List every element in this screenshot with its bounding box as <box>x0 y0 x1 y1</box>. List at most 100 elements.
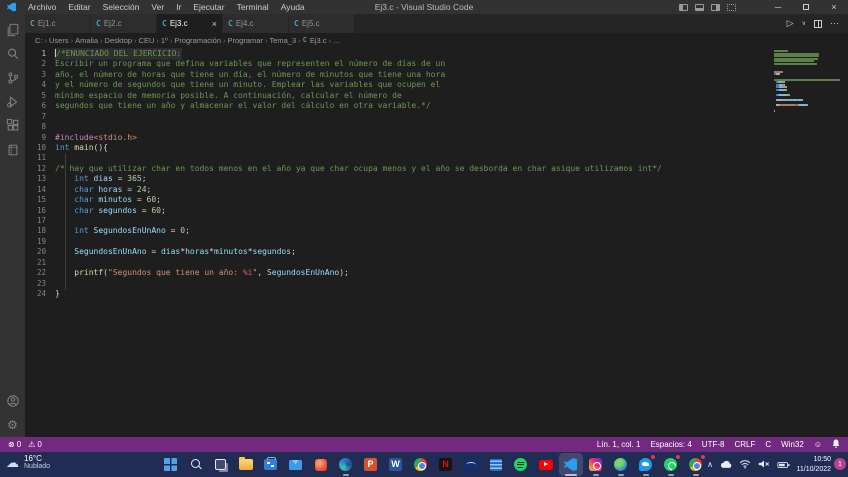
code-line[interactable]: 9#include<stdio.h> <box>25 133 768 143</box>
status-espacios-4[interactable]: Espacios: 4 <box>650 440 691 449</box>
run-file-icon[interactable]: ▷ <box>787 19 794 28</box>
menu-ver[interactable]: Ver <box>145 2 170 12</box>
file-explorer-taskbar-button[interactable] <box>234 453 258 476</box>
code-line[interactable]: 4y el número de segundos que tiene un mi… <box>25 80 768 90</box>
spotify-taskbar-button[interactable] <box>509 453 533 476</box>
vscode-taskbar-button[interactable] <box>559 453 583 476</box>
split-editor-icon[interactable] <box>814 20 822 28</box>
minimize-button[interactable]: ─ <box>764 0 792 14</box>
code-line[interactable]: 18 int SegundosEnUnAno = 0; <box>25 226 768 236</box>
globe-app-taskbar-button[interactable] <box>609 453 633 476</box>
status-utf-8[interactable]: UTF-8 <box>702 440 725 449</box>
tab-ej3-c[interactable]: CEj3.c× <box>157 14 223 33</box>
vscode-logo-icon[interactable] <box>7 3 16 12</box>
maximize-button[interactable] <box>792 0 820 14</box>
toggle-secondary-sidebar-icon[interactable] <box>711 4 720 11</box>
netflix-taskbar-button[interactable]: N <box>434 453 458 476</box>
account-icon[interactable] <box>0 389 25 413</box>
breadcrumb-item[interactable]: Amalia <box>73 36 100 45</box>
twitter-taskbar-button[interactable] <box>634 453 658 476</box>
word-taskbar-button[interactable]: W <box>384 453 408 476</box>
code-line[interactable]: 23 <box>25 279 768 289</box>
code-line[interactable]: 22 printf("Segundos que tiene un año: %i… <box>25 268 768 278</box>
code-line[interactable]: 8 <box>25 122 768 132</box>
whatsapp-taskbar-button[interactable] <box>659 453 683 476</box>
code-line[interactable]: 11 <box>25 153 768 163</box>
menu-terminal[interactable]: Terminal <box>231 2 275 12</box>
breadcrumb-item[interactable]: 1º <box>159 36 170 45</box>
minimap[interactable] <box>774 50 840 112</box>
breadcrumb-item[interactable]: Programación <box>172 36 223 45</box>
weather-widget[interactable]: ☁ 16°C Nublado <box>6 454 50 471</box>
tab-ej5-c[interactable]: CEj5.c <box>289 14 355 33</box>
customize-layout-icon[interactable] <box>727 4 736 11</box>
onedrive-cloud-icon[interactable] <box>720 456 732 474</box>
powerpoint-taskbar-button[interactable]: P <box>359 453 383 476</box>
code-line[interactable]: 2Escribir un programa que defina variabl… <box>25 59 768 69</box>
disney-plus-taskbar-button[interactable] <box>459 453 483 476</box>
code-line[interactable]: 15 char minutos = 60; <box>25 195 768 205</box>
chrome-profile-taskbar-button[interactable] <box>684 453 708 476</box>
tab-ej4-c[interactable]: CEj4.c <box>223 14 289 33</box>
extensions-icon[interactable] <box>0 114 25 138</box>
status-win32[interactable]: Win32 <box>781 440 804 449</box>
code-line[interactable]: 24} <box>25 289 768 299</box>
mail-taskbar-button[interactable] <box>284 453 308 476</box>
notification-count-badge[interactable]: 1 <box>834 458 846 470</box>
close-tab-icon[interactable]: × <box>209 19 217 29</box>
settings-gear-icon[interactable]: ⚙ <box>0 413 25 437</box>
tab-ej2-c[interactable]: CEj2.c <box>91 14 157 33</box>
breadcrumb-item[interactable]: C: <box>33 36 45 45</box>
notifications-bell-icon[interactable] <box>832 439 840 450</box>
search-taskbar-button[interactable] <box>184 453 208 476</box>
feedback-smiley-icon[interactable]: ☺ <box>814 441 822 449</box>
breadcrumb-item[interactable]: CEU <box>137 36 157 45</box>
breadcrumb-item[interactable]: Desktop <box>103 36 135 45</box>
more-actions-icon[interactable]: ⋯ <box>830 19 839 28</box>
office-taskbar-button[interactable] <box>309 453 333 476</box>
code-line[interactable]: 13 int dias = 365; <box>25 174 768 184</box>
tools-extension-icon[interactable] <box>0 138 25 162</box>
code-line[interactable]: 12/* hay que utilizar char en todos meno… <box>25 164 768 174</box>
problems-status[interactable]: ⊗0 ⚠0 <box>8 440 46 449</box>
menu-ir[interactable]: Ir <box>170 2 187 12</box>
wifi-icon[interactable] <box>739 456 751 474</box>
status-crlf[interactable]: CRLF <box>734 440 755 449</box>
youtube-taskbar-button[interactable] <box>534 453 558 476</box>
instagram-taskbar-button[interactable] <box>584 453 608 476</box>
start-taskbar-button[interactable] <box>159 453 183 476</box>
code-line[interactable]: 20 SegundosEnUnAno = dias*horas*minutos*… <box>25 247 768 257</box>
code-line[interactable]: 7 <box>25 112 768 122</box>
code-line[interactable]: 21 <box>25 258 768 268</box>
code-line[interactable]: 16 char segundos = 60; <box>25 206 768 216</box>
hidden-icons-chevron-icon[interactable]: ∧ <box>707 461 713 469</box>
breadcrumb-item[interactable]: Users <box>47 36 71 45</box>
menu-archivo[interactable]: Archivo <box>22 2 62 12</box>
status-c[interactable]: C <box>765 440 771 449</box>
run-debug-icon[interactable] <box>0 90 25 114</box>
code-editor[interactable]: 1/*ENUNCIADO DEL EJERCICIO:2Escribir un … <box>25 47 848 437</box>
breadcrumb-item[interactable]: Ej3.c <box>308 36 329 45</box>
menu-seleccio-n[interactable]: Selección <box>97 2 146 12</box>
code-line[interactable]: 3año, el número de horas que tiene un dí… <box>25 70 768 80</box>
breadcrumb-item[interactable]: ... <box>331 36 341 45</box>
menu-ayuda[interactable]: Ayuda <box>275 2 311 12</box>
explorer-icon[interactable] <box>0 18 25 42</box>
search-icon[interactable] <box>0 42 25 66</box>
close-button[interactable]: × <box>820 0 848 14</box>
menu-editar[interactable]: Editar <box>62 2 96 12</box>
menu-ejecutar[interactable]: Ejecutar <box>187 2 230 12</box>
breadcrumb-item[interactable]: Tema_3 <box>267 36 298 45</box>
code-line[interactable]: 6segundos que tiene un año y almacenar e… <box>25 101 768 111</box>
edge-taskbar-button[interactable] <box>334 453 358 476</box>
battery-icon[interactable] <box>777 456 790 474</box>
toggle-panel-icon[interactable] <box>695 4 704 11</box>
code-line[interactable]: 5mínimo espacio de memoria posible. A co… <box>25 91 768 101</box>
source-control-icon[interactable] <box>0 66 25 90</box>
task-view-taskbar-button[interactable] <box>209 453 233 476</box>
code-line[interactable]: 1/*ENUNCIADO DEL EJERCICIO: <box>25 49 768 59</box>
code-line[interactable]: 17 <box>25 216 768 226</box>
code-line[interactable]: 10int main(){ <box>25 143 768 153</box>
breadcrumb-item[interactable]: Programar <box>226 36 265 45</box>
chrome-taskbar-button[interactable] <box>409 453 433 476</box>
